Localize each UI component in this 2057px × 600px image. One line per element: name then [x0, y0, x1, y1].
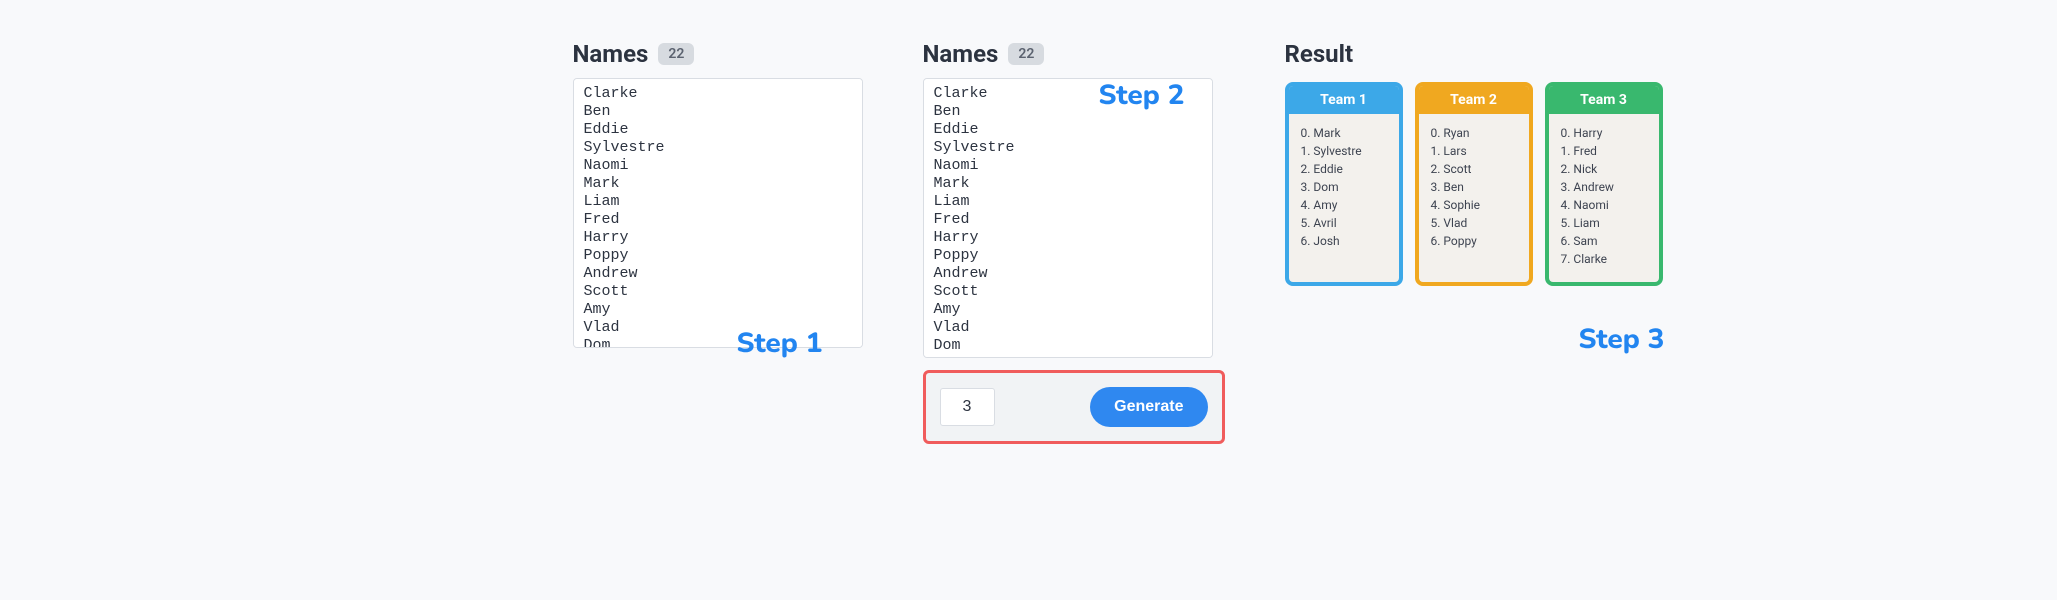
- team-member: 3. Dom: [1301, 178, 1387, 196]
- names-count-badge-2: 22: [1008, 43, 1044, 65]
- team-member: 0. Harry: [1561, 124, 1647, 142]
- team-body: 0. Ryan1. Lars2. Scott3. Ben4. Sophie5. …: [1419, 114, 1529, 264]
- step3-panel: Result Team 10. Mark1. Sylvestre2. Eddie…: [1285, 40, 1665, 286]
- names-heading-row-2: Names 22: [923, 40, 1225, 68]
- result-heading: Result: [1285, 40, 1665, 68]
- step2-panel: Names 22 Step 2 Generate: [923, 40, 1225, 444]
- team-member: 4. Naomi: [1561, 196, 1647, 214]
- results-row: Team 10. Mark1. Sylvestre2. Eddie3. Dom4…: [1285, 82, 1665, 286]
- team-count-input[interactable]: [940, 388, 995, 426]
- team-member: 0. Mark: [1301, 124, 1387, 142]
- names-count-badge: 22: [658, 43, 694, 65]
- names-heading-2: Names: [923, 40, 999, 68]
- team-member: 3. Andrew: [1561, 178, 1647, 196]
- step1-panel: Names 22 Step 1: [573, 40, 863, 352]
- team-member: 5. Liam: [1561, 214, 1647, 232]
- names-heading-row: Names 22: [573, 40, 863, 68]
- team-card: Team 20. Ryan1. Lars2. Scott3. Ben4. Sop…: [1415, 82, 1533, 286]
- names-heading: Names: [573, 40, 649, 68]
- team-member: 5. Vlad: [1431, 214, 1517, 232]
- team-member: 7. Clarke: [1561, 250, 1647, 268]
- team-member: 4. Sophie: [1431, 196, 1517, 214]
- team-body: 0. Harry1. Fred2. Nick3. Andrew4. Naomi5…: [1549, 114, 1659, 282]
- step3-label: Step 3: [1578, 320, 1664, 358]
- team-member: 6. Sam: [1561, 232, 1647, 250]
- team-member: 2. Eddie: [1301, 160, 1387, 178]
- generate-button[interactable]: Generate: [1090, 387, 1207, 427]
- names-textarea-2[interactable]: [923, 78, 1213, 358]
- generate-controls: Generate: [923, 370, 1225, 444]
- team-member: 1. Lars: [1431, 142, 1517, 160]
- team-member: 3. Ben: [1431, 178, 1517, 196]
- team-member: 1. Fred: [1561, 142, 1647, 160]
- team-member: 0. Ryan: [1431, 124, 1517, 142]
- team-member: 5. Avril: [1301, 214, 1387, 232]
- team-body: 0. Mark1. Sylvestre2. Eddie3. Dom4. Amy5…: [1289, 114, 1399, 264]
- team-member: 2. Scott: [1431, 160, 1517, 178]
- team-title: Team 2: [1419, 86, 1529, 114]
- team-member: 1. Sylvestre: [1301, 142, 1387, 160]
- team-card: Team 10. Mark1. Sylvestre2. Eddie3. Dom4…: [1285, 82, 1403, 286]
- team-member: 6. Poppy: [1431, 232, 1517, 250]
- team-member: 2. Nick: [1561, 160, 1647, 178]
- names-textarea-1[interactable]: [573, 78, 863, 348]
- team-member: 4. Amy: [1301, 196, 1387, 214]
- team-card: Team 30. Harry1. Fred2. Nick3. Andrew4. …: [1545, 82, 1663, 286]
- team-title: Team 3: [1549, 86, 1659, 114]
- team-member: 6. Josh: [1301, 232, 1387, 250]
- team-title: Team 1: [1289, 86, 1399, 114]
